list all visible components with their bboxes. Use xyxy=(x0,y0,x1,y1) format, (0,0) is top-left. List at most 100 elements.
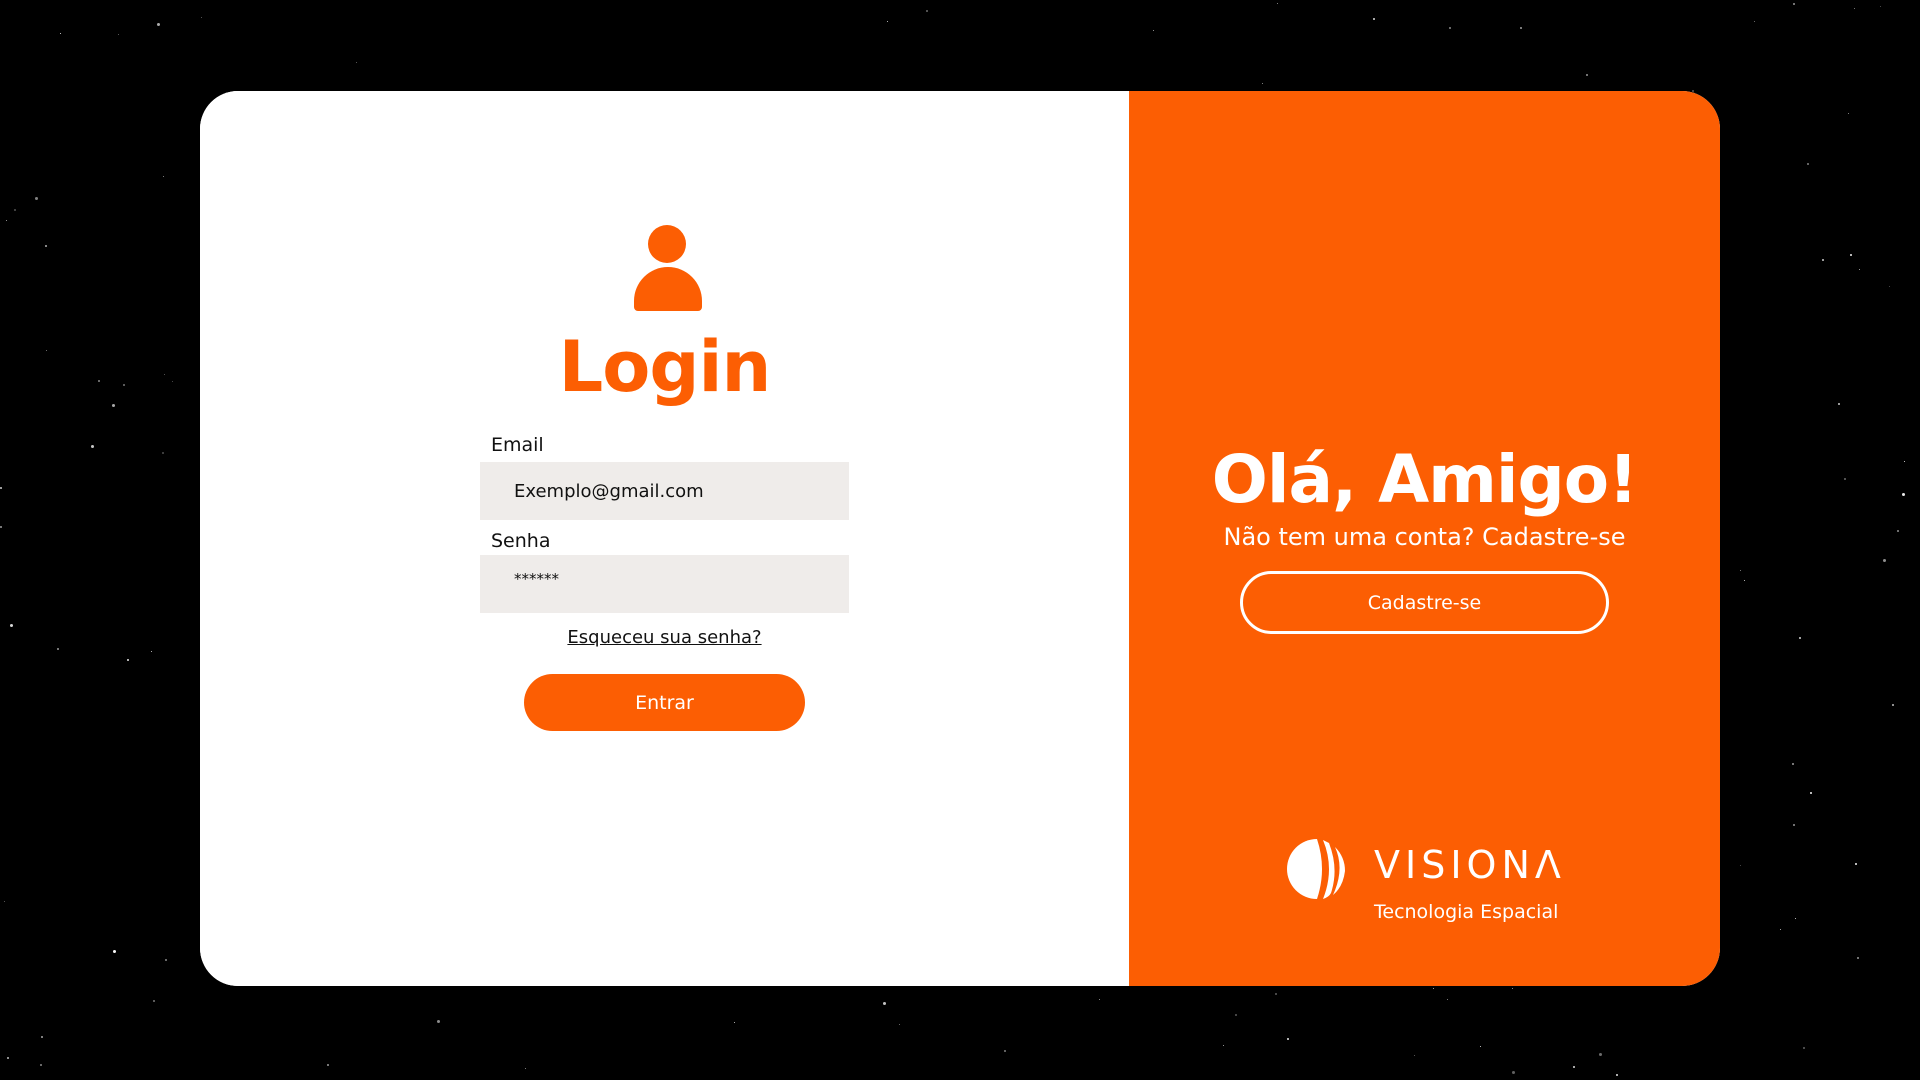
forgot-password-link[interactable]: Esqueceu sua senha? xyxy=(200,627,1129,648)
star xyxy=(9,623,13,627)
star xyxy=(150,651,152,653)
star xyxy=(1235,1014,1238,1017)
star xyxy=(0,526,3,529)
password-label: Senha xyxy=(491,530,551,552)
star xyxy=(1879,5,1881,7)
star xyxy=(1573,1065,1576,1068)
star xyxy=(1287,1037,1290,1040)
logo-wordmark: VISIONΛ xyxy=(1374,843,1566,887)
star xyxy=(5,219,7,221)
star xyxy=(925,10,928,13)
star xyxy=(91,445,95,449)
star xyxy=(34,197,38,201)
star xyxy=(44,244,47,247)
login-panel: Login Email Exemplo@gmail.com Senha ****… xyxy=(200,91,1129,986)
star xyxy=(1519,26,1522,29)
star xyxy=(1004,1050,1007,1053)
star xyxy=(1599,1052,1603,1056)
star xyxy=(1901,492,1905,496)
star xyxy=(1897,530,1900,533)
visiona-logo-icon xyxy=(1287,839,1345,899)
star xyxy=(1856,956,1859,959)
star xyxy=(1806,162,1809,165)
star xyxy=(1803,1047,1806,1050)
star xyxy=(1854,862,1857,865)
star xyxy=(13,209,16,212)
star xyxy=(1277,3,1279,5)
star xyxy=(1821,259,1824,262)
star xyxy=(1844,477,1847,480)
star xyxy=(1744,579,1746,581)
logo-tagline: Tecnologia Espacial xyxy=(1374,901,1559,923)
star xyxy=(1615,1074,1618,1077)
star xyxy=(1854,8,1856,10)
star xyxy=(1447,998,1449,1000)
star xyxy=(111,404,115,408)
star xyxy=(0,486,3,489)
star xyxy=(1754,20,1756,22)
login-button[interactable]: Entrar xyxy=(524,674,805,731)
page-title: Login xyxy=(558,326,772,408)
star xyxy=(1432,988,1434,990)
star xyxy=(1793,2,1796,5)
signup-title: Olá, Amigo! xyxy=(1211,441,1638,518)
star xyxy=(59,32,61,34)
star xyxy=(1849,254,1852,257)
star xyxy=(1838,403,1841,406)
star xyxy=(327,1064,330,1067)
star xyxy=(734,1021,735,1023)
star xyxy=(1153,30,1155,32)
star xyxy=(1779,929,1781,931)
star xyxy=(157,22,161,26)
star xyxy=(899,1024,901,1026)
signup-subtitle: Não tem uma conta? Cadastre-se xyxy=(1223,523,1626,551)
star xyxy=(1098,999,1100,1001)
star xyxy=(1511,1070,1515,1074)
star xyxy=(127,658,130,661)
signup-button[interactable]: Cadastre-se xyxy=(1240,571,1609,634)
star xyxy=(1859,268,1861,270)
star xyxy=(123,384,126,387)
star xyxy=(3,900,5,902)
signup-panel: Olá, Amigo! Não tem uma conta? Cadastre-… xyxy=(1129,91,1720,986)
star xyxy=(886,21,888,23)
star xyxy=(1888,285,1890,287)
star xyxy=(163,176,165,178)
star xyxy=(1223,1044,1225,1046)
star xyxy=(41,1036,44,1039)
star xyxy=(525,1067,527,1069)
star xyxy=(436,1020,440,1024)
star xyxy=(1480,1045,1482,1047)
star xyxy=(1739,570,1741,572)
star xyxy=(1903,461,1905,463)
star xyxy=(1793,824,1796,827)
star xyxy=(1882,559,1886,563)
star xyxy=(1585,74,1588,77)
star xyxy=(1413,1055,1415,1057)
star xyxy=(1262,82,1264,84)
star xyxy=(56,648,59,651)
email-field[interactable]: Exemplo@gmail.com xyxy=(480,462,849,520)
star xyxy=(162,452,165,455)
star xyxy=(1892,703,1895,706)
star xyxy=(1740,864,1742,866)
star xyxy=(1795,918,1797,920)
star xyxy=(152,1000,155,1003)
star xyxy=(39,1064,42,1067)
login-card: Login Email Exemplo@gmail.com Senha ****… xyxy=(200,91,1720,986)
star xyxy=(1448,26,1451,29)
star xyxy=(882,1002,886,1006)
star xyxy=(200,17,202,19)
star xyxy=(97,379,100,382)
star xyxy=(1810,792,1813,795)
password-field[interactable]: ****** xyxy=(480,555,849,613)
star xyxy=(118,33,120,35)
star xyxy=(171,380,173,382)
star xyxy=(46,349,48,351)
star xyxy=(165,959,168,962)
star xyxy=(1511,987,1513,989)
star xyxy=(1791,762,1794,765)
star xyxy=(1372,17,1375,20)
star xyxy=(1274,992,1277,995)
star xyxy=(1799,636,1802,639)
